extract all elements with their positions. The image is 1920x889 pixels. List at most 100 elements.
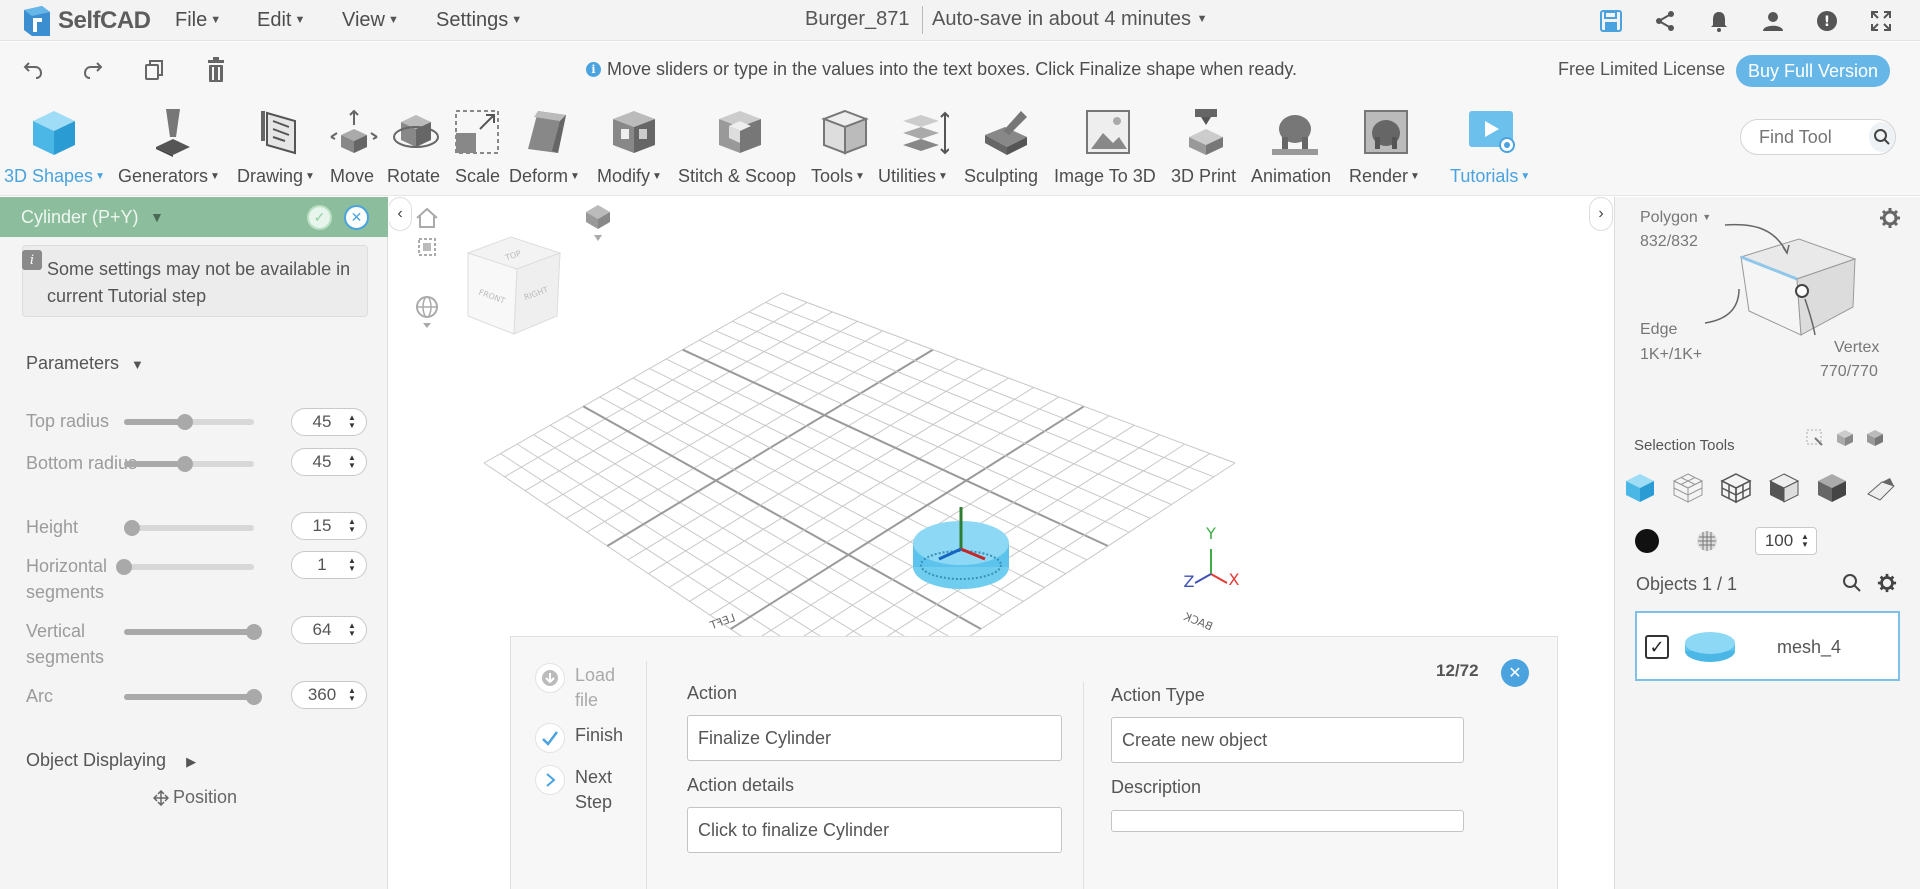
opacity-input[interactable]: 100 ▲ ▼ <box>1755 527 1817 555</box>
menu-edit[interactable]: Edit ▼ <box>257 9 305 32</box>
cylinder-object[interactable] <box>913 507 1009 589</box>
slider-knob[interactable] <box>246 689 262 705</box>
redo-icon[interactable] <box>80 57 106 83</box>
delete-trash-icon[interactable] <box>203 57 229 83</box>
parameters-title: Parameters <box>26 353 120 373</box>
select-object-icon[interactable] <box>1836 429 1854 447</box>
finalize-checkmark-button[interactable]: ✓ <box>307 205 332 230</box>
tool-utilities[interactable]: Utilities ▼ <box>878 92 970 196</box>
tool-move[interactable]: Move <box>328 92 380 196</box>
document-title[interactable]: Burger_871 <box>805 8 910 31</box>
home-view-icon[interactable] <box>415 207 439 234</box>
object-displaying-toggle[interactable]: Object Displaying ▶ <box>26 750 196 771</box>
slider-knob[interactable] <box>116 559 132 575</box>
tool-render[interactable]: Render ▼ <box>1348 92 1424 196</box>
object-visibility-checkbox[interactable]: ✓ <box>1645 635 1669 659</box>
menu-settings[interactable]: Settings ▼ <box>436 9 522 32</box>
object-list-item[interactable]: ✓ mesh_4 <box>1635 611 1900 681</box>
horizontal-segments-input[interactable]: 1 ▲ ▼ <box>291 551 367 579</box>
fit-view-icon[interactable] <box>417 237 437 262</box>
top-radius-slider[interactable] <box>124 414 254 430</box>
arc-slider[interactable] <box>124 689 262 705</box>
undo-icon[interactable] <box>20 57 46 83</box>
select-solid-cube-icon[interactable] <box>1623 471 1657 505</box>
vertical-segments-input[interactable]: 64 ▲ ▼ <box>291 616 367 644</box>
copy-icon[interactable] <box>141 57 167 83</box>
tool-drawing[interactable]: Drawing ▼ <box>236 92 324 196</box>
tool-scale[interactable]: Scale <box>450 92 504 196</box>
search-icon[interactable] <box>1869 122 1895 152</box>
chevron-down-icon: ▼ <box>1196 13 1208 25</box>
selfcad-logo[interactable]: SelfCAD <box>20 4 151 38</box>
help-icon[interactable]: ! <box>1814 8 1840 34</box>
slider-knob[interactable] <box>177 456 194 472</box>
share-icon[interactable] <box>1652 8 1678 34</box>
vertical-segments-slider[interactable] <box>124 624 262 640</box>
stepper-arrows-icon[interactable]: ▲ ▼ <box>344 687 360 703</box>
close-tutorial-button[interactable]: ✕ <box>1501 659 1529 687</box>
stepper-arrows-icon[interactable]: ▲ ▼ <box>1798 533 1812 549</box>
select-shaded-cube-icon[interactable] <box>1767 471 1801 505</box>
grid-back-label: BACK <box>1181 610 1214 634</box>
tutorial-step-next[interactable]: Next Step <box>535 765 625 815</box>
tool-deform[interactable]: Deform ▼ <box>508 92 586 196</box>
tool-image-to-3d[interactable]: Image To 3D <box>1054 92 1162 196</box>
select-half-cube-icon[interactable] <box>1815 471 1849 505</box>
tutorial-step-finish[interactable]: Finish <box>535 723 623 753</box>
color-swatch-black[interactable] <box>1635 529 1659 553</box>
height-input[interactable]: 15 ▲ ▼ <box>291 512 367 540</box>
select-face-icon[interactable] <box>1866 429 1884 447</box>
tool-3d-print[interactable]: 3D Print <box>1170 92 1242 196</box>
top-radius-input[interactable]: 45 ▲ ▼ <box>291 408 367 436</box>
autosave-dropdown[interactable]: Auto-save in about 4 minutes ▼ <box>932 8 1208 31</box>
tool-modify[interactable]: Modify ▼ <box>596 92 672 196</box>
select-plane-icon[interactable] <box>1863 471 1897 505</box>
height-slider[interactable] <box>123 520 254 536</box>
tool-stitch-scoop[interactable]: Stitch & Scoop <box>678 92 802 196</box>
menu-view[interactable]: View ▼ <box>342 9 399 32</box>
select-cursor-icon[interactable] <box>1806 429 1824 447</box>
tool-animation[interactable]: Animation <box>1249 92 1341 196</box>
position-button[interactable]: Position <box>153 787 237 808</box>
user-account-icon[interactable] <box>1760 8 1786 34</box>
texture-pattern-icon[interactable] <box>1695 529 1719 558</box>
stepper-arrows-icon[interactable]: ▲ ▼ <box>344 414 360 430</box>
buy-full-version-button[interactable]: Buy Full Version <box>1736 55 1890 87</box>
gear-icon[interactable] <box>1877 573 1897 598</box>
tool-generators[interactable]: Generators ▼ <box>118 92 228 196</box>
tool-tools[interactable]: Tools ▼ <box>810 92 880 196</box>
tool-sculpting[interactable]: Sculpting <box>964 92 1048 196</box>
menu-file[interactable]: File ▼ <box>175 9 221 32</box>
stepper-arrows-icon[interactable]: ▲ ▼ <box>344 454 360 470</box>
tool-3d-shapes[interactable]: 3D Shapes ▼ <box>4 92 105 196</box>
arc-input[interactable]: 360 ▲ ▼ <box>291 681 367 709</box>
stepper-arrows-icon[interactable]: ▲ ▼ <box>344 518 360 534</box>
slider-knob[interactable] <box>177 414 194 430</box>
view-mode-globe-icon[interactable] <box>415 295 439 334</box>
fullscreen-icon[interactable] <box>1868 8 1894 34</box>
tool-tutorials[interactable]: Tutorials ▼ <box>1450 92 1534 196</box>
collapse-right-panel-button[interactable]: › <box>1589 197 1613 231</box>
slider-knob[interactable] <box>246 624 262 640</box>
select-wireframe-cube-icon[interactable] <box>1671 471 1705 505</box>
camera-projection-icon[interactable] <box>584 203 612 248</box>
search-icon[interactable] <box>1842 573 1862 598</box>
save-icon[interactable] <box>1598 8 1624 34</box>
select-grid-cube-icon[interactable] <box>1719 471 1753 505</box>
bottom-radius-input[interactable]: 45 ▲ ▼ <box>291 448 367 476</box>
collapse-left-panel-button[interactable]: ‹ <box>389 197 412 231</box>
axis-x-label: X <box>1229 570 1240 589</box>
panel-dropdown-caret-icon[interactable]: ▼ <box>150 209 164 225</box>
cancel-close-button[interactable]: ✕ <box>344 205 369 230</box>
tutorial-step-load-file[interactable]: Load file <box>535 663 635 713</box>
license-label: Free Limited License <box>1558 59 1726 79</box>
slider-knob[interactable] <box>123 520 140 536</box>
tool-rotate[interactable]: Rotate <box>386 92 446 196</box>
find-tool-input[interactable] <box>1759 126 1869 148</box>
stepper-arrows-icon[interactable]: ▲ ▼ <box>344 622 360 638</box>
notifications-bell-icon[interactable] <box>1706 8 1732 34</box>
stepper-arrows-icon[interactable]: ▲ ▼ <box>344 557 360 573</box>
bottom-radius-slider[interactable] <box>124 456 254 472</box>
parameters-section-toggle[interactable]: Parameters ▼ <box>26 353 144 374</box>
horizontal-segments-slider[interactable] <box>116 559 254 575</box>
